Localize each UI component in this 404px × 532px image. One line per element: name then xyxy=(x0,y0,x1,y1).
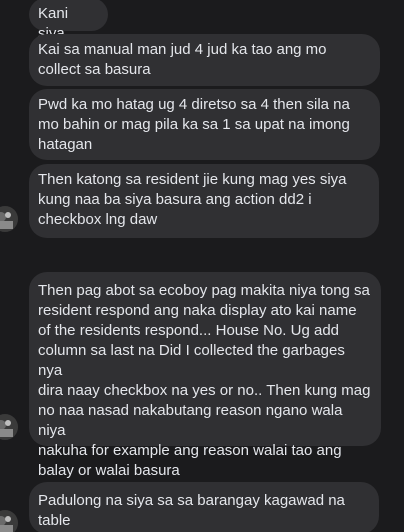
message-text: Kai sa manual man jud 4 jud ka tao ang m… xyxy=(38,41,327,78)
message-bubble[interactable]: Padulong na siya sa sa barangay kagawad … xyxy=(29,482,379,532)
sender-avatar-icon[interactable] xyxy=(0,206,18,232)
message-bubble[interactable]: Kani siya xyxy=(29,0,108,42)
message-text: Pwd ka mo hatag ug 4 diretso sa 4 then s… xyxy=(38,96,350,153)
message-bubble[interactable]: Then katong sa resident jie kung mag yes… xyxy=(29,164,379,238)
message-text: Then katong sa resident jie kung mag yes… xyxy=(38,171,347,228)
message-bubble[interactable]: Kai sa manual man jud 4 jud ka tao ang m… xyxy=(29,34,380,86)
sender-avatar-icon[interactable] xyxy=(0,510,18,532)
message-bubble[interactable]: Then pag abot sa ecoboy pag makita niya … xyxy=(29,272,381,479)
sender-avatar-icon[interactable] xyxy=(0,414,18,440)
message-bubble[interactable]: Pwd ka mo hatag ug 4 diretso sa 4 then s… xyxy=(29,89,380,160)
message-text: Then pag abot sa ecoboy pag makita niya … xyxy=(38,282,371,479)
message-text: Padulong na siya sa sa barangay kagawad … xyxy=(38,492,345,529)
